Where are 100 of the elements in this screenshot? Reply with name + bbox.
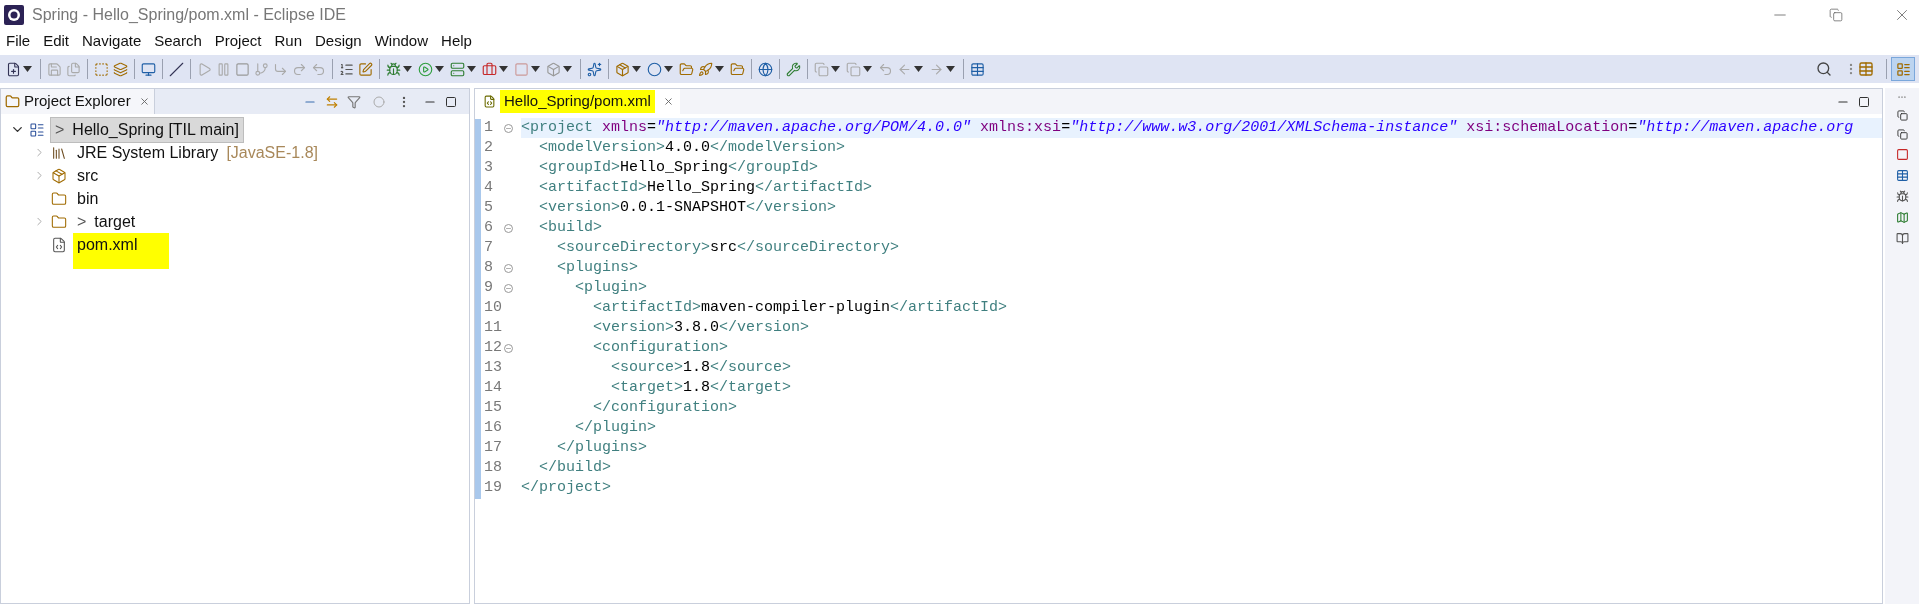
slash-icon[interactable] (169, 61, 184, 77)
bug-icon[interactable] (1895, 190, 1909, 203)
code-line: </project> (521, 478, 612, 498)
menu-item[interactable]: Project (214, 29, 262, 53)
outline-icon[interactable] (1895, 148, 1909, 161)
menu-item[interactable]: Help (441, 29, 472, 53)
line-number: 6 (483, 217, 494, 238)
package-icon[interactable] (615, 61, 630, 77)
code-line: <modelVersion>4.0.0</modelVersion> (538, 138, 847, 158)
line-number: 9 (483, 277, 494, 298)
globe-icon[interactable] (758, 61, 773, 77)
list-icon[interactable] (339, 61, 354, 77)
menu-item[interactable]: Window (374, 29, 429, 53)
code-line: <groupId>Hello_Spring</groupId> (538, 158, 820, 178)
close-icon[interactable] (138, 96, 150, 107)
code-line: <source>1.8</source> (610, 358, 793, 378)
table-icon[interactable] (1895, 169, 1909, 182)
caret-icon[interactable] (863, 66, 872, 72)
caret-icon[interactable] (831, 66, 840, 72)
code-line: </plugins> (556, 438, 649, 458)
library-icon (51, 144, 67, 161)
tree-item[interactable]: > target (73, 209, 140, 234)
close-icon[interactable] (662, 96, 674, 107)
menu-item[interactable]: Edit (43, 29, 70, 53)
restore-icon[interactable] (1829, 8, 1843, 22)
book-icon[interactable] (1895, 232, 1909, 245)
caret-icon[interactable] (531, 66, 540, 72)
line-number: 2 (483, 137, 494, 158)
code-line: </build> (538, 458, 612, 478)
code-line: </plugin> (574, 418, 658, 438)
line-number: 7 (483, 237, 494, 258)
restore-icon[interactable] (1896, 110, 1908, 121)
caret-icon[interactable] (467, 66, 476, 72)
monitor-icon[interactable] (141, 61, 156, 77)
code-line: <artifactId>Hello_Spring</artifactId> (538, 178, 874, 198)
maximize-icon[interactable] (1858, 95, 1870, 108)
caret-icon[interactable] (632, 66, 641, 72)
step-into-icon[interactable] (273, 61, 288, 77)
perspective-button[interactable] (1891, 57, 1915, 81)
link-icon[interactable] (325, 94, 339, 109)
search-icon[interactable] (1816, 61, 1832, 77)
line-number: 18 (483, 457, 503, 478)
line-number: 8 (483, 257, 494, 278)
sparkles-icon[interactable] (587, 61, 602, 77)
filter-icon[interactable] (347, 94, 361, 109)
line-number: 14 (483, 377, 503, 398)
line-number: 5 (483, 197, 494, 218)
line-number: 13 (483, 357, 503, 378)
tree-item[interactable]: JRE System Library [JavaSE-1.8] (73, 140, 322, 165)
tree-item[interactable]: bin (73, 186, 103, 211)
perspective-icon (1895, 61, 1911, 77)
bug-icon[interactable] (386, 61, 401, 77)
step-return-icon[interactable] (311, 61, 326, 77)
caret-icon[interactable] (403, 66, 412, 72)
caret-icon[interactable] (664, 66, 673, 72)
tree-item[interactable]: src (73, 163, 103, 188)
wrench-icon[interactable] (786, 61, 801, 77)
tree-item[interactable]: pom.xml (73, 232, 170, 269)
caret-icon[interactable] (946, 66, 955, 72)
folder-icon (5, 94, 20, 109)
code-line: <target>1.8</target> (610, 378, 793, 398)
tree-item[interactable]: > Hello_Spring [TIL main] (51, 117, 243, 142)
menu-item[interactable]: File (6, 29, 31, 53)
editor-tab[interactable]: Hello_Spring/pom.xml (475, 89, 680, 114)
caret-icon[interactable] (435, 66, 444, 72)
menu-item[interactable]: Navigate (82, 29, 142, 53)
menu-item[interactable]: Run (274, 29, 302, 53)
files-icon[interactable] (66, 61, 81, 77)
caret-icon[interactable] (914, 66, 923, 72)
line-number: 19 (483, 477, 503, 498)
panel-tab[interactable]: Project Explorer (1, 89, 155, 114)
open-perspective-icon[interactable] (1858, 61, 1874, 77)
code-line: <configuration> (592, 338, 730, 358)
caret-icon[interactable] (715, 66, 724, 72)
folder-icon[interactable] (730, 61, 745, 77)
line-number: 17 (483, 437, 503, 458)
briefcase-icon[interactable] (482, 61, 497, 77)
code-line: </configuration> (592, 398, 739, 418)
frame-icon[interactable] (94, 61, 109, 77)
app-icon (4, 5, 24, 25)
code-line: <version>0.0.1-SNAPSHOT</version> (538, 198, 838, 218)
caret-icon[interactable] (563, 66, 572, 72)
caret-icon[interactable] (499, 66, 508, 72)
window-icon[interactable] (970, 61, 985, 77)
step-over-icon[interactable] (292, 61, 307, 77)
folder-icon (51, 190, 67, 207)
maximize-icon[interactable] (445, 95, 457, 108)
caret-icon[interactable] (23, 66, 32, 72)
file-icon (483, 95, 496, 108)
menu-item[interactable]: Search (154, 29, 202, 53)
restore-icon[interactable] (1896, 129, 1908, 140)
menu-item[interactable]: Design (315, 29, 362, 53)
edit-icon[interactable] (358, 61, 373, 77)
back-edit-icon[interactable] (878, 61, 893, 77)
layers-icon[interactable] (113, 61, 128, 77)
rocket-icon[interactable] (698, 61, 713, 77)
circle-icon[interactable] (647, 61, 662, 77)
file-plus-icon[interactable] (6, 61, 21, 77)
map-icon[interactable] (1895, 211, 1909, 224)
folder-icon[interactable] (679, 61, 694, 77)
